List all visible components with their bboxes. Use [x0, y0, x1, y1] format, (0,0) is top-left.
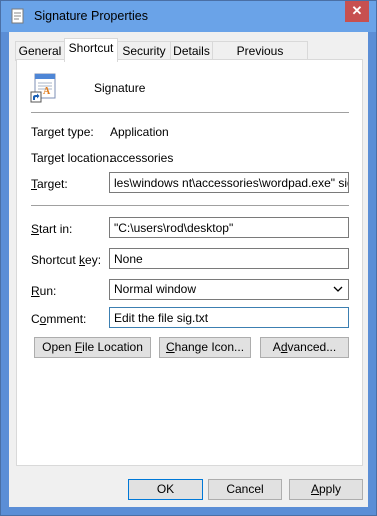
target-label: Target: [31, 177, 68, 191]
shortcut-name: Signature [94, 81, 146, 95]
target-location-label: Target location: [31, 151, 113, 165]
comment-field[interactable]: Edit the file sig.txt [109, 307, 349, 328]
tab-security[interactable]: Security [117, 41, 171, 61]
change-icon-button[interactable]: Change Icon... [159, 337, 251, 358]
start-in-field[interactable]: "C:\users\rod\desktop" [109, 217, 349, 238]
chevron-down-icon [333, 280, 343, 306]
close-button[interactable]: ✕ [345, 1, 369, 22]
tab-previous-versions[interactable]: Previous Versions [212, 41, 308, 77]
advanced-button[interactable]: Advanced... [260, 337, 349, 358]
close-icon: ✕ [351, 3, 363, 18]
cancel-button[interactable]: Cancel [208, 479, 282, 500]
tab-shortcut[interactable]: Shortcut [64, 38, 118, 62]
target-field[interactable]: les\windows nt\accessories\wordpad.exe" … [109, 172, 349, 193]
tab-general[interactable]: General [15, 41, 65, 61]
ok-button[interactable]: OK [128, 479, 203, 500]
open-file-location-button[interactable]: Open File Location [34, 337, 151, 358]
target-type-label: Target type: [31, 125, 94, 139]
target-location-value: accessories [110, 151, 174, 165]
window-title: Signature Properties [34, 9, 148, 23]
run-select-value: Normal window [114, 282, 197, 296]
tab-details[interactable]: Details [170, 41, 213, 61]
comment-label: Comment: [31, 312, 87, 326]
dialog-client-area: General Shortcut Security Details Previo… [9, 32, 368, 507]
run-label: Run: [31, 284, 57, 298]
shortcut-tab-panel: A Signature Target type: Application Tar… [16, 59, 363, 466]
shortcut-key-label: Shortcut key: [31, 253, 102, 267]
start-in-label: Start in: [31, 222, 73, 236]
shortcut-key-field[interactable]: None [109, 248, 349, 269]
properties-window: Signature Properties ✕ General Shortcut … [0, 0, 377, 516]
target-type-value: Application [110, 125, 169, 139]
run-select[interactable]: Normal window [109, 279, 349, 300]
properties-icon [10, 8, 26, 24]
wordpad-shortcut-icon: A [29, 71, 61, 103]
svg-text:A: A [43, 86, 51, 97]
separator [31, 205, 349, 206]
separator [31, 112, 349, 113]
apply-button[interactable]: Apply [289, 479, 363, 500]
title-bar[interactable]: Signature Properties ✕ [1, 1, 376, 32]
